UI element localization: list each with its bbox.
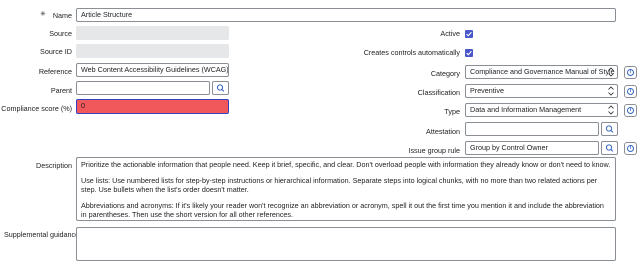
chevron-down-icon xyxy=(608,105,614,116)
parent-lookup-button[interactable] xyxy=(212,81,229,95)
issue-group-lookup-button[interactable] xyxy=(601,141,618,155)
classification-select[interactable]: Preventive xyxy=(465,84,618,98)
active-label: Active xyxy=(440,29,460,38)
issue-group-rule-field[interactable]: Group by Control Owner xyxy=(465,141,599,155)
chevron-down-icon xyxy=(608,86,614,97)
search-icon xyxy=(605,125,614,133)
parent-field[interactable] xyxy=(76,81,210,95)
source-label: Source xyxy=(49,29,72,38)
type-select[interactable]: Data and Information Management xyxy=(465,103,618,117)
category-label: Category xyxy=(430,69,460,78)
attestation-field[interactable] xyxy=(465,122,599,136)
reference-field[interactable]: Web Content Accessibility Guidelines (WC… xyxy=(76,63,229,77)
info-icon: i xyxy=(627,69,634,76)
issue-group-info-button[interactable]: i xyxy=(624,142,637,155)
classification-info-button[interactable]: i xyxy=(624,85,637,98)
name-field[interactable]: Article Structure xyxy=(76,8,616,22)
description-textarea[interactable]: Prioritize the actionable information th… xyxy=(76,157,616,221)
supplemental-guidance-textarea[interactable] xyxy=(76,227,616,261)
type-label: Type xyxy=(444,107,460,116)
attestation-lookup-button[interactable] xyxy=(601,122,618,136)
compliance-score-field[interactable]: 0 xyxy=(76,99,229,114)
info-icon: i xyxy=(627,88,634,95)
compliance-score-label: Compliance score (%) xyxy=(1,104,72,113)
attestation-label: Attestation xyxy=(426,127,460,136)
source-field xyxy=(76,26,229,40)
parent-label: Parent xyxy=(50,86,72,95)
description-paragraph: Prioritize the actionable information th… xyxy=(81,160,611,169)
issue-group-rule-label: Issue group rule xyxy=(408,146,460,155)
description-paragraph: Abbreviations and acronyms: If it's like… xyxy=(81,200,604,220)
source-id-label: Source ID xyxy=(40,47,72,56)
reference-label: Reference xyxy=(38,67,72,76)
search-icon xyxy=(605,144,614,152)
info-icon: i xyxy=(627,107,634,114)
checkmark-icon xyxy=(466,50,472,56)
form-page: { "left": { "name_label": "Name", "name_… xyxy=(0,0,642,268)
active-checkbox[interactable] xyxy=(465,30,473,38)
creates-controls-checkbox[interactable] xyxy=(465,49,473,57)
source-id-field xyxy=(76,44,229,58)
category-select[interactable]: Compliance and Governance Manual of Styl… xyxy=(465,65,618,79)
chevron-down-icon xyxy=(608,67,614,78)
required-asterisk-icon: ✳ xyxy=(40,11,46,18)
supplemental-guidance-label: Supplemental guidance xyxy=(4,230,80,239)
description-label: Description xyxy=(36,161,72,170)
search-icon xyxy=(216,84,225,92)
checkmark-icon xyxy=(466,31,472,37)
classification-value: Preventive xyxy=(470,86,504,95)
classification-label: Classification xyxy=(417,88,460,97)
creates-controls-label: Creates controls automatically xyxy=(363,48,460,57)
name-label: Name xyxy=(52,11,72,20)
description-paragraph: Use lists: Use numbered lists for step-b… xyxy=(81,175,598,195)
type-value: Data and Information Management xyxy=(470,105,582,114)
type-info-button[interactable]: i xyxy=(624,104,637,117)
category-info-button[interactable]: i xyxy=(624,66,637,79)
info-icon: i xyxy=(627,145,634,152)
category-value: Compliance and Governance Manual of Styl… xyxy=(470,67,615,76)
